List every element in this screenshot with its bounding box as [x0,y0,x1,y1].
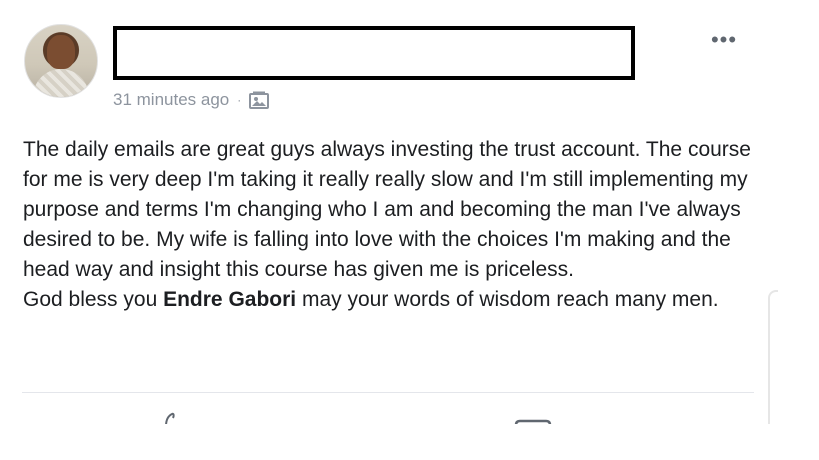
bottom-area [0,424,819,460]
mention-link[interactable]: Endre Gabori [163,288,296,311]
action-divider [22,392,754,393]
post-paragraph-1: The daily emails are great guys always i… [23,138,751,281]
post-body: The daily emails are great guys always i… [23,135,763,315]
more-options-button[interactable]: ••• [704,27,744,52]
post-paragraph-2: God bless you Endre Gabori may your word… [23,285,763,315]
redacted-author-name [113,26,635,80]
feed-post: 31 minutes ago · ••• The daily emails ar… [0,0,819,460]
avatar-face [47,35,75,69]
photo-album-icon[interactable] [249,91,270,109]
post-p2-after: may your words of wisdom reach many men. [296,288,719,311]
post-meta: 31 minutes ago · [113,88,270,112]
side-panel-edge [768,290,778,426]
avatar-shirt [33,69,89,97]
author-avatar[interactable] [24,24,98,98]
meta-separator: · [237,93,242,107]
post-timestamp[interactable]: 31 minutes ago [113,90,229,110]
post-p2-before: God bless you [23,288,164,311]
